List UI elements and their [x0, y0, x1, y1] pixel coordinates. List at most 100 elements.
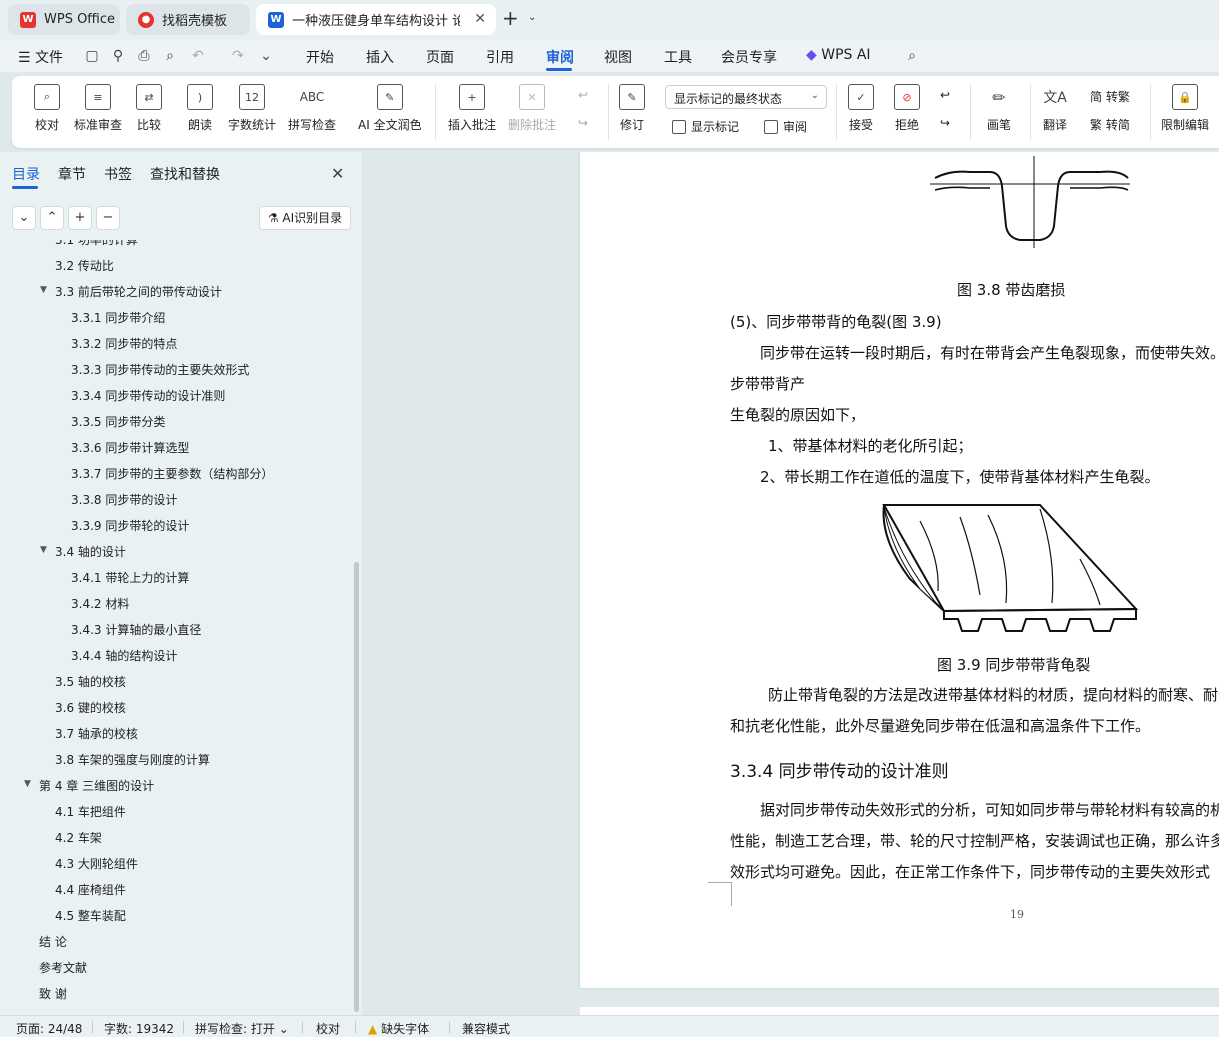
nav-tab-bookmarks[interactable]: 书签 — [104, 164, 132, 184]
chevron-down-icon[interactable]: ⌄ — [528, 12, 536, 23]
tab-wps-office[interactable]: W WPS Office — [8, 4, 120, 35]
toc-item[interactable]: 3.8 车架的强度与刚度的计算 — [55, 751, 210, 768]
toc-item[interactable]: 3.3.1 同步带介绍 — [71, 309, 165, 326]
toc-item[interactable]: 3.1 功率的计算 — [55, 240, 138, 248]
toc-item[interactable]: 结 论 — [39, 933, 67, 950]
word-count-indicator[interactable]: 字数: 19342 — [104, 1020, 174, 1037]
proof-status[interactable]: 校对 — [316, 1020, 340, 1037]
toc-item[interactable]: 4.3 大刚轮组件 — [55, 855, 138, 872]
toc-item[interactable]: 4.1 车把组件 — [55, 803, 126, 820]
search-icon[interactable]: ⌕ — [904, 48, 920, 64]
quick-access-more-icon[interactable]: ⌄ — [258, 48, 274, 64]
menu-insert[interactable]: 插入 — [366, 47, 394, 67]
nav-tab-find-replace[interactable]: 查找和替换 — [150, 164, 220, 184]
toc-item[interactable]: 3.4 轴的设计 — [55, 543, 126, 560]
toc-item[interactable]: 3.4.1 带轮上力的计算 — [71, 569, 189, 586]
menu-review[interactable]: 审阅 — [546, 47, 574, 67]
collapse-all-button[interactable]: ⌄ — [12, 206, 36, 230]
toc-item[interactable]: 3.3.3 同步带传动的主要失效形式 — [71, 361, 249, 378]
menu-view[interactable]: 视图 — [604, 47, 632, 67]
document-canvas[interactable]: 图 3.8 带齿磨损 (5)、同步带带背的龟裂(图 3.9) 同步带在运转一段时… — [362, 152, 1219, 1015]
delete-comment-button[interactable]: ✕ 删除批注 — [508, 84, 556, 133]
track-changes-button[interactable]: ✎ 修订 — [619, 84, 645, 133]
menu-member[interactable]: 会员专享 — [721, 47, 777, 67]
accept-button[interactable]: ✓ 接受 — [848, 84, 874, 133]
show-markup-button[interactable]: 显示标记 — [672, 118, 739, 135]
insert-comment-button[interactable]: + 插入批注 — [448, 84, 496, 133]
save-icon[interactable]: ▢ — [84, 48, 100, 64]
redo-icon[interactable]: ↷ — [230, 48, 246, 64]
toc-item[interactable]: 3.3.9 同步带轮的设计 — [71, 517, 189, 534]
menu-home[interactable]: 开始 — [306, 47, 334, 67]
print-preview-icon[interactable]: ⌕ — [162, 48, 178, 64]
toc-item[interactable]: 第 4 章 三维图的设计 — [39, 777, 154, 794]
tab-document[interactable]: W 一种液压健身单车结构设计 论 ✕ — [256, 4, 496, 35]
expand-up-button[interactable]: ⌃ — [40, 206, 64, 230]
toc-item[interactable]: 4.4 座椅组件 — [55, 881, 126, 898]
toc-item[interactable]: 4.2 车架 — [55, 829, 102, 846]
export-icon[interactable]: ⚲ — [110, 48, 126, 64]
spell-check-status[interactable]: 拼写检查: 打开 ⌄ — [195, 1020, 289, 1037]
next-comment-icon[interactable]: ↪ — [578, 116, 588, 130]
menu-page[interactable]: 页面 — [426, 47, 454, 67]
nav-scrollbar[interactable] — [354, 562, 359, 1012]
next-change-icon[interactable]: ↪ — [940, 116, 950, 130]
compare-button[interactable]: ⇄ 比较 — [136, 84, 162, 133]
nav-tab-chapters[interactable]: 章节 — [58, 164, 86, 184]
reject-button[interactable]: ⊘ 拒绝 — [894, 84, 920, 133]
toc-expand-caret-icon[interactable]: ▼ — [40, 545, 47, 555]
menu-file[interactable]: ☰ 文件 — [18, 47, 63, 67]
toc-item[interactable]: 3.3.8 同步带的设计 — [71, 491, 177, 508]
pen-button[interactable]: ✏ 画笔 — [986, 84, 1012, 133]
new-tab-icon[interactable]: + — [502, 6, 519, 30]
missing-font-status[interactable]: ▲ 缺失字体 — [368, 1020, 429, 1037]
previous-change-icon[interactable]: ↩ — [940, 88, 950, 102]
menu-wps-ai[interactable]: ◆ WPS AI — [806, 47, 871, 63]
toc-item[interactable]: 3.7 轴承的校核 — [55, 725, 138, 742]
toc-expand-caret-icon[interactable]: ▼ — [40, 285, 47, 295]
toc-item[interactable]: 3.3.4 同步带传动的设计准则 — [71, 387, 225, 404]
page-indicator[interactable]: 页面: 24/48 — [16, 1020, 82, 1037]
spell-check-button[interactable]: ABC 拼写检查 — [288, 84, 336, 133]
to-simplified-button[interactable]: 繁 转简 — [1090, 116, 1130, 133]
markup-state-select[interactable]: 显示标记的最终状态 ⌄ — [665, 85, 827, 109]
restrict-edit-button[interactable]: 🔒 限制编辑 — [1161, 84, 1209, 133]
add-heading-button[interactable]: + — [68, 206, 92, 230]
toc-item[interactable]: 3.3.5 同步带分类 — [71, 413, 165, 430]
ai-recognize-toc-button[interactable]: ⚗ AI识别目录 — [259, 206, 351, 230]
toc-item[interactable]: 4.5 整车装配 — [55, 907, 126, 924]
toc-item[interactable]: 参考文献 — [39, 959, 87, 976]
toc-item[interactable]: 3.6 键的校核 — [55, 699, 126, 716]
nav-tab-toc[interactable]: 目录 — [12, 164, 40, 184]
next-document-page[interactable] — [580, 1007, 1219, 1015]
undo-icon[interactable]: ↶ — [190, 48, 206, 64]
menu-references[interactable]: 引用 — [486, 47, 514, 67]
toc-item[interactable]: 3.3 前后带轮之间的带传动设计 — [55, 283, 222, 300]
print-icon[interactable]: ⎙ — [136, 48, 152, 64]
proofread-button[interactable]: ⌕ 校对 — [34, 84, 60, 133]
toc-item[interactable]: 3.3.6 同步带计算选型 — [71, 439, 189, 456]
ai-polish-button[interactable]: ✎ AI 全文润色 — [358, 84, 422, 133]
toc-item[interactable]: 3.3.2 同步带的特点 — [71, 335, 177, 352]
toc-expand-caret-icon[interactable]: ▼ — [24, 779, 31, 789]
toc-item[interactable]: 3.4.2 材料 — [71, 595, 129, 612]
review-pane-button[interactable]: 审阅 — [764, 118, 807, 135]
toc-item[interactable]: 3.4.3 计算轴的最小直径 — [71, 621, 201, 638]
standard-review-button[interactable]: ≡ 标准审查 — [74, 84, 122, 133]
previous-comment-icon[interactable]: ↩ — [578, 88, 588, 102]
to-traditional-button[interactable]: 简 转繁 — [1090, 88, 1130, 105]
translate-button[interactable]: 文A 翻译 — [1042, 84, 1068, 133]
toc-item[interactable]: 3.4.4 轴的结构设计 — [71, 647, 177, 664]
toc-item[interactable]: 3.5 轴的校核 — [55, 673, 126, 690]
toc-item[interactable]: 3.2 传动比 — [55, 257, 114, 274]
close-icon[interactable]: ✕ — [474, 11, 486, 27]
document-page[interactable]: 图 3.8 带齿磨损 (5)、同步带带背的龟裂(图 3.9) 同步带在运转一段时… — [580, 152, 1219, 988]
toc-item[interactable]: 3.3.7 同步带的主要参数（结构部分） — [71, 465, 273, 482]
read-aloud-button[interactable]: ) 朗读 — [187, 84, 213, 133]
tab-template[interactable]: ● 找稻壳模板 — [126, 4, 250, 35]
menu-tools[interactable]: 工具 — [664, 47, 692, 67]
toc-item[interactable]: 致 谢 — [39, 985, 67, 1002]
close-icon[interactable]: ✕ — [331, 164, 344, 183]
remove-heading-button[interactable]: − — [96, 206, 120, 230]
word-count-button[interactable]: 12 字数统计 — [228, 84, 276, 133]
